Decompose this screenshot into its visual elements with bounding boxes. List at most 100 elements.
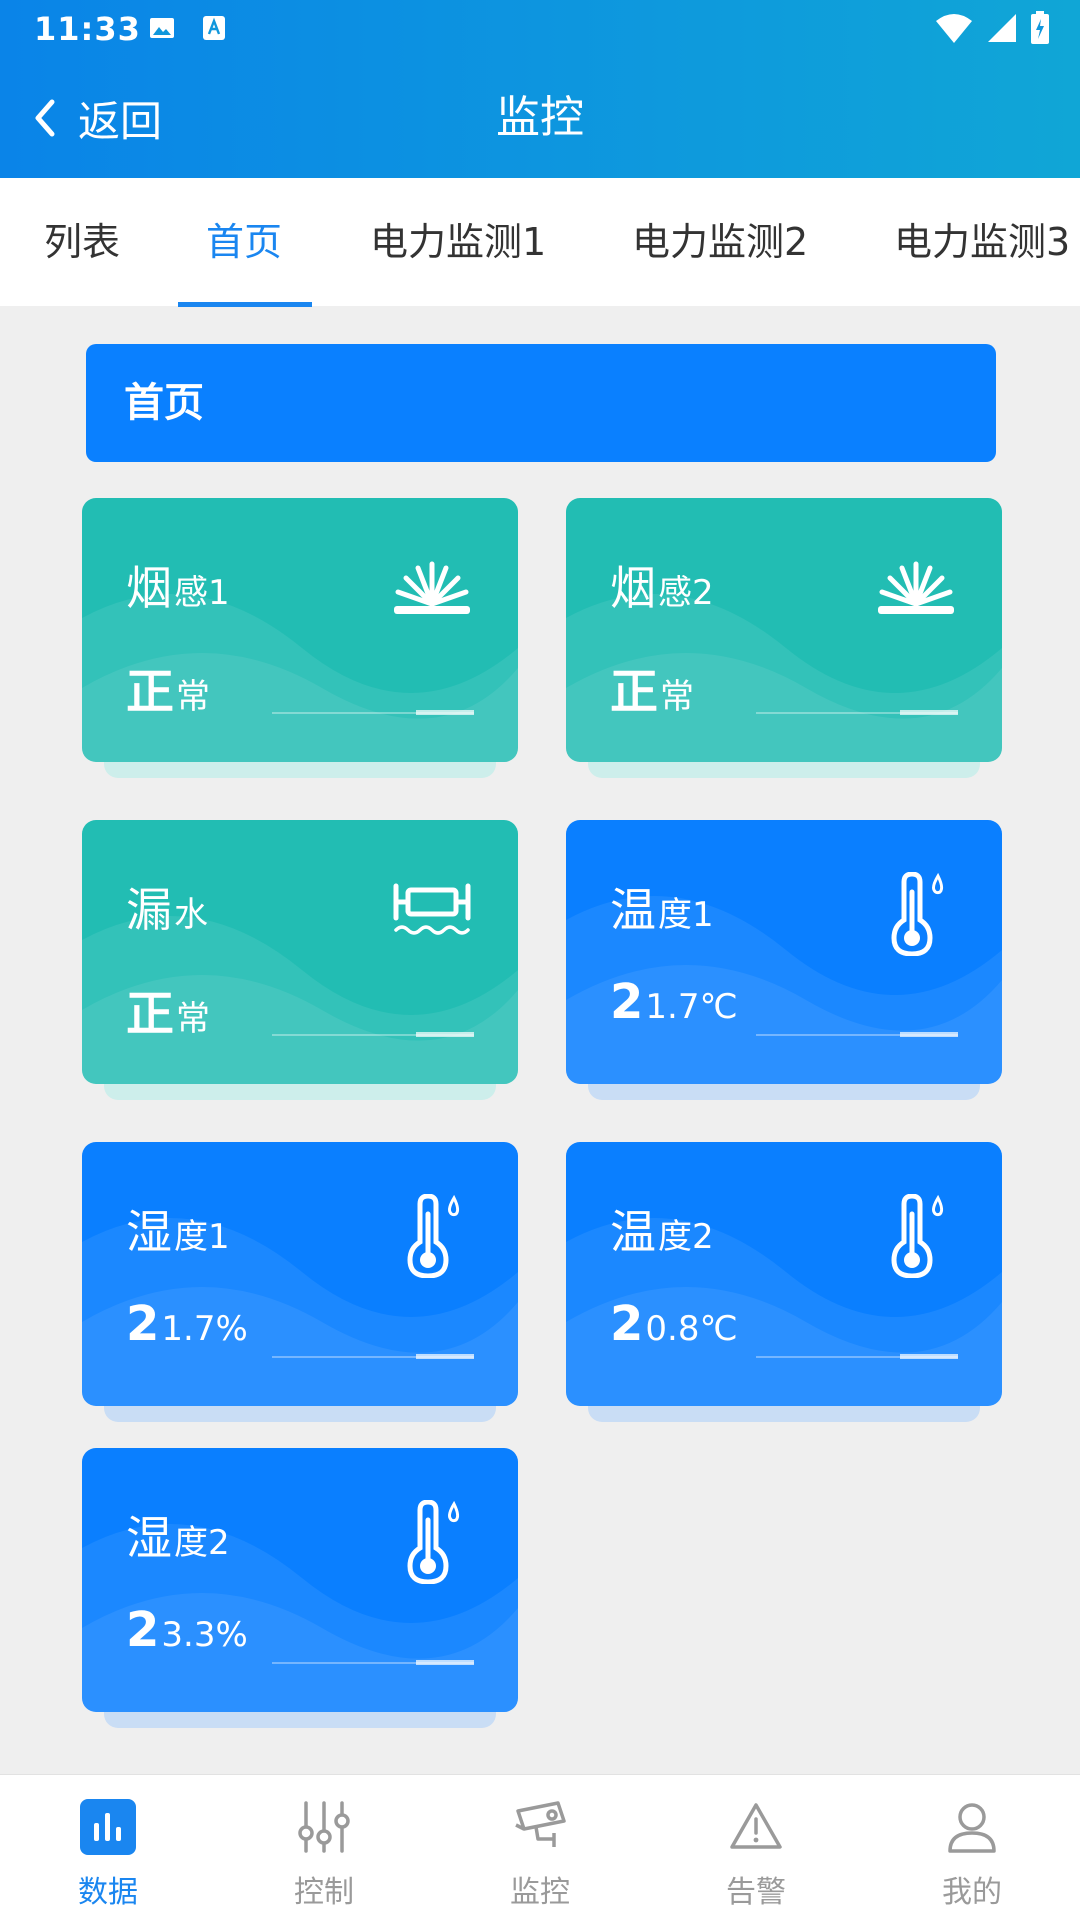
- sensor-name-main: 烟: [126, 561, 172, 615]
- thermometer-icon: [891, 1194, 944, 1278]
- nav-alarm[interactable]: 告警: [648, 1775, 864, 1920]
- sensor-name: 烟 感1: [126, 552, 230, 618]
- sensor-name: 温 度2: [610, 1196, 714, 1262]
- sensor-value: 正 常: [610, 652, 694, 722]
- sensor-value-sub: 3.3%: [161, 1615, 248, 1655]
- sensor-name-main: 湿: [126, 1511, 172, 1565]
- tab-power-monitor-2[interactable]: 电力监测2: [632, 178, 808, 306]
- card-divider-accent: [416, 1660, 474, 1665]
- sensor-card-temperature-2: 温 度2 2 0.8℃: [566, 1142, 1002, 1422]
- user-icon: [948, 1803, 996, 1853]
- sensor-card[interactable]: 烟 感1 正 常: [82, 498, 518, 762]
- tab-home[interactable]: 首页: [206, 178, 282, 306]
- warning-icon: [730, 1803, 782, 1849]
- sliders-icon: [298, 1801, 350, 1853]
- nav-label: 告警: [726, 1875, 786, 1910]
- status-time: 11:33: [34, 10, 141, 48]
- sensor-card[interactable]: 温 度1 2 1.7℃: [566, 820, 1002, 1084]
- sensor-name-sub: 度1: [174, 1217, 230, 1257]
- signal-icon: [988, 14, 1016, 42]
- sensor-card-smoke-1: 烟 感1 正 常: [82, 498, 518, 778]
- nav-monitor[interactable]: 监控: [432, 1775, 648, 1920]
- app-header: 11:33 返回 监控: [0, 0, 1080, 178]
- sensor-name-sub: 度2: [658, 1217, 714, 1257]
- card-divider-accent: [900, 1032, 958, 1037]
- status-bar: 11:33: [0, 0, 1080, 60]
- card-divider-accent: [900, 710, 958, 715]
- sensor-value-sub: 常: [176, 999, 211, 1039]
- section-title: 首页: [86, 344, 996, 462]
- active-tab-indicator: [178, 302, 312, 307]
- sensor-name-sub: 度1: [658, 895, 714, 935]
- sensor-name: 烟 感2: [610, 552, 714, 618]
- thermometer-icon: [407, 1194, 460, 1278]
- sensor-name-sub: 感2: [658, 573, 714, 613]
- tab-power-monitor-3[interactable]: 电力监测3: [894, 178, 1070, 306]
- nav-label: 控制: [294, 1875, 354, 1910]
- nav-label: 监控: [510, 1875, 570, 1910]
- nav-mine[interactable]: 我的: [864, 1775, 1080, 1920]
- sensor-name-main: 漏: [126, 883, 172, 937]
- card-divider-accent: [900, 1354, 958, 1359]
- sensor-name-sub: 感1: [174, 573, 230, 613]
- thermometer-icon: [407, 1500, 460, 1584]
- nav-control[interactable]: 控制: [216, 1775, 432, 1920]
- tab-bar: 列表 首页 电力监测1 电力监测2 电力监测3: [0, 178, 1080, 306]
- sensor-value-sub: 常: [176, 677, 211, 717]
- nav-label: 数据: [78, 1875, 138, 1910]
- battery-icon: [1031, 11, 1049, 44]
- sensor-name: 温 度1: [610, 874, 714, 940]
- camera-icon: [515, 1801, 566, 1847]
- sensor-value-sub: 常: [660, 677, 695, 717]
- sensor-card[interactable]: 温 度2 2 0.8℃: [566, 1142, 1002, 1406]
- sensor-value-main: 2: [610, 1296, 644, 1352]
- smoke-sensor-icon: [878, 561, 954, 614]
- card-divider-accent: [416, 710, 474, 715]
- sensor-card[interactable]: 湿 度2 2 3.3%: [82, 1448, 518, 1712]
- sensor-card[interactable]: 湿 度1 2 1.7%: [82, 1142, 518, 1406]
- data-chart-icon: [80, 1799, 136, 1855]
- thermometer-icon: [891, 872, 944, 956]
- sensor-name-main: 湿: [126, 1205, 172, 1259]
- wifi-icon: [936, 14, 972, 43]
- tab-power-monitor-1[interactable]: 电力监测1: [370, 178, 546, 306]
- app-notification-icon: [203, 16, 225, 40]
- sensor-value-sub: 0.8℃: [645, 1309, 738, 1349]
- sensor-value-main: 正: [610, 664, 659, 720]
- water-leak-icon: [393, 883, 471, 935]
- image-notification-icon: [150, 18, 174, 38]
- sensor-name-main: 温: [610, 1205, 656, 1259]
- sensor-name: 湿 度1: [126, 1196, 230, 1262]
- sensor-card[interactable]: 漏 水 正 常: [82, 820, 518, 1084]
- nav-data[interactable]: 数据: [0, 1775, 216, 1920]
- sensor-name-main: 烟: [610, 561, 656, 615]
- sensor-card-water-leak: 漏 水 正 常: [82, 820, 518, 1100]
- sensor-name-sub: 度2: [174, 1523, 230, 1563]
- sensor-value: 2 1.7%: [126, 1296, 248, 1352]
- sensor-value-sub: 1.7%: [161, 1309, 248, 1349]
- bottom-nav: 数据 控制 监控 告警 我的: [0, 1774, 1080, 1920]
- sensor-value: 2 0.8℃: [610, 1296, 738, 1352]
- tab-list[interactable]: 列表: [44, 178, 120, 306]
- page-title: 监控: [496, 92, 584, 143]
- sensor-name: 湿 度2: [126, 1502, 230, 1568]
- sensor-value: 正 常: [126, 652, 210, 722]
- smoke-sensor-icon: [394, 561, 470, 614]
- sensor-card-smoke-2: 烟 感2 正 常: [566, 498, 1002, 778]
- sensor-value-main: 2: [610, 974, 644, 1030]
- sensor-name-sub: 水: [174, 895, 208, 935]
- status-icons: [934, 10, 1050, 46]
- sensor-value-main: 正: [126, 664, 175, 720]
- card-divider-accent: [416, 1354, 474, 1359]
- sensor-value: 正 常: [126, 974, 210, 1044]
- sensor-value-sub: 1.7℃: [645, 987, 738, 1027]
- top-bar: 返回 监控: [0, 74, 1080, 164]
- sensor-value-main: 正: [126, 986, 175, 1042]
- sensor-card-temperature-1: 温 度1 2 1.7℃: [566, 820, 1002, 1100]
- sensor-value-main: 2: [126, 1296, 160, 1352]
- sensor-value-main: 2: [126, 1602, 160, 1658]
- sensor-name-main: 温: [610, 883, 656, 937]
- sensor-value: 2 1.7℃: [610, 974, 738, 1030]
- sensor-card[interactable]: 烟 感2 正 常: [566, 498, 1002, 762]
- sensor-card-humidity-1: 湿 度1 2 1.7%: [82, 1142, 518, 1422]
